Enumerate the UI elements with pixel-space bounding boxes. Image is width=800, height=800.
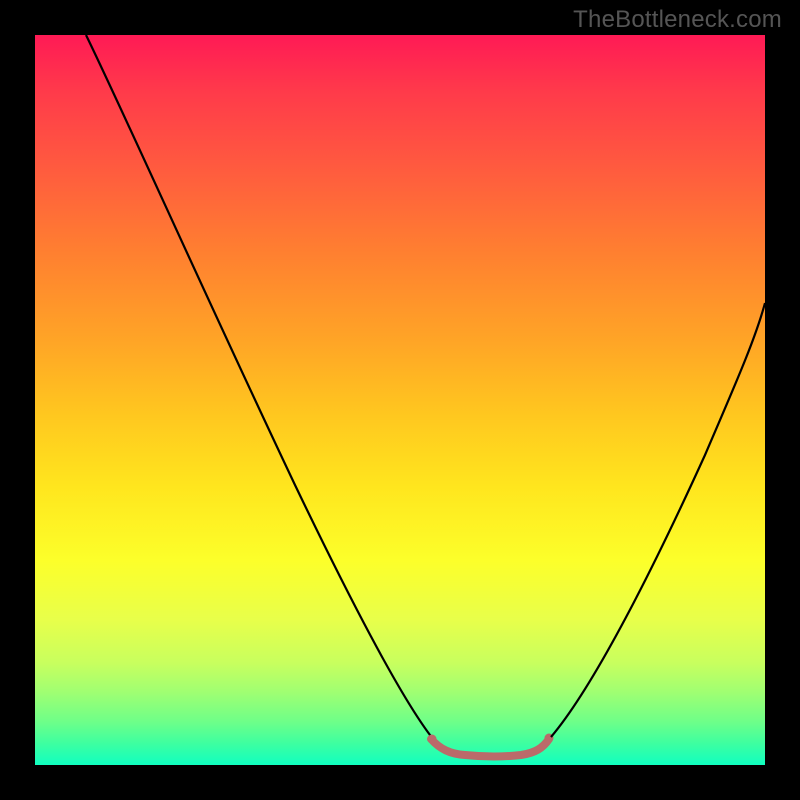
- right-curve: [551, 303, 765, 737]
- plot-area: [35, 35, 765, 765]
- watermark-text: TheBottleneck.com: [573, 6, 782, 34]
- left-curve: [86, 35, 437, 743]
- chart-curves: [35, 35, 765, 765]
- valley-marker: [431, 739, 549, 757]
- valley-left-dot: [428, 735, 437, 744]
